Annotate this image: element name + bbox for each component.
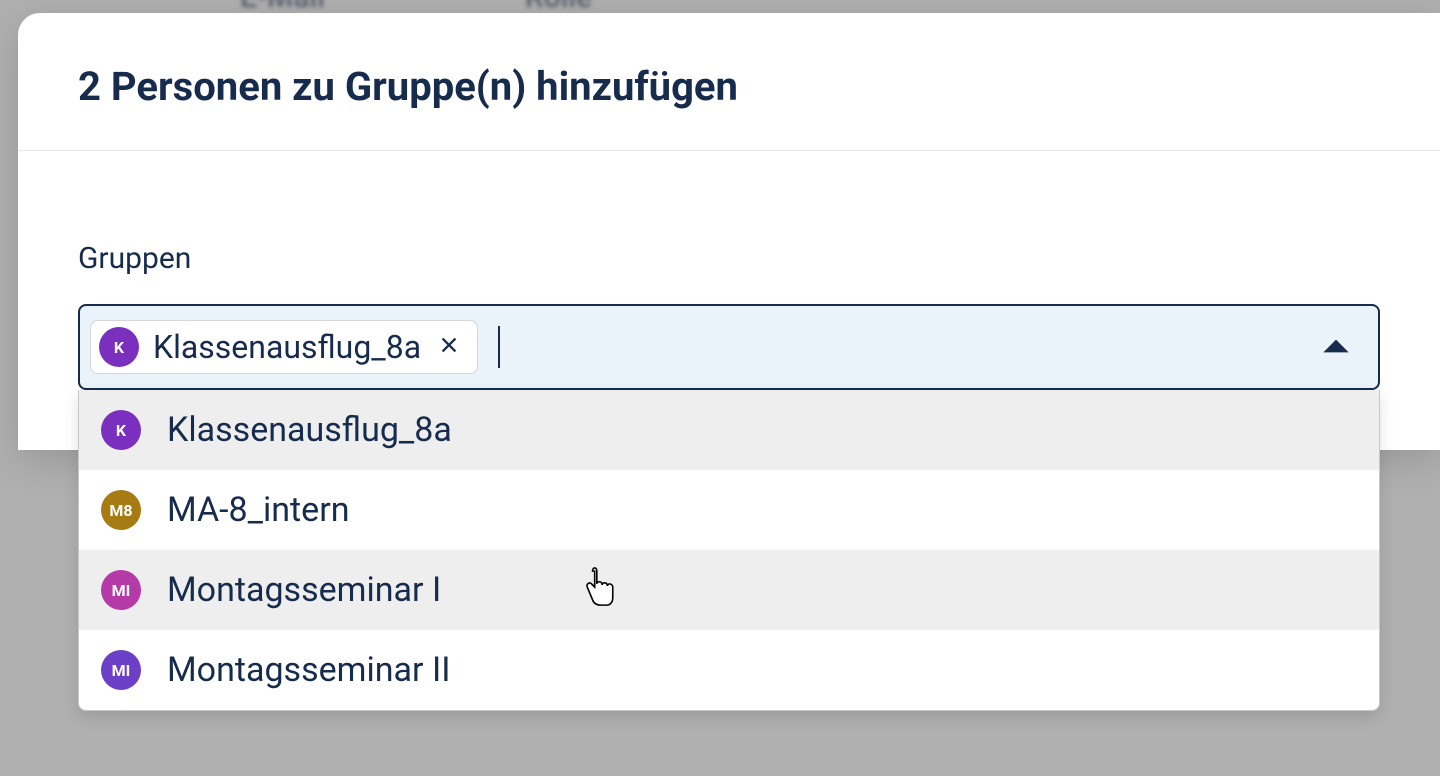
groups-dropdown: K Klassenausflug_8a M8 MA-8_intern MI Mo… bbox=[78, 390, 1380, 711]
group-option-label: Klassenausflug_8a bbox=[167, 410, 452, 450]
groups-field-label: Gruppen bbox=[78, 241, 1380, 276]
modal-body: Gruppen K Klassenausflug_8a bbox=[18, 151, 1440, 390]
group-avatar: K bbox=[99, 327, 139, 367]
group-option-label: Montagsseminar II bbox=[167, 650, 451, 690]
group-avatar: MI bbox=[101, 570, 141, 610]
groups-combobox: K Klassenausflug_8a K bbox=[78, 304, 1380, 390]
group-option-ma8-intern[interactable]: M8 MA-8_intern bbox=[79, 470, 1379, 550]
selected-group-chip: K Klassenausflug_8a bbox=[90, 320, 478, 374]
group-option-montagsseminar-2[interactable]: MI Montagsseminar II bbox=[79, 630, 1379, 710]
group-option-label: MA-8_intern bbox=[167, 490, 350, 530]
selected-group-label: Klassenausflug_8a bbox=[153, 328, 421, 366]
chevron-up-icon bbox=[1317, 327, 1355, 369]
add-persons-to-groups-modal: 2 Personen zu Gruppe(n) hinzufügen Grupp… bbox=[18, 13, 1440, 450]
pointer-cursor-icon bbox=[583, 564, 617, 608]
modal-title: 2 Personen zu Gruppe(n) hinzufügen bbox=[18, 13, 1440, 151]
group-option-montagsseminar-1[interactable]: MI Montagsseminar I bbox=[79, 550, 1379, 630]
text-caret bbox=[498, 326, 500, 368]
group-avatar: K bbox=[101, 410, 141, 450]
group-avatar: M8 bbox=[101, 490, 141, 530]
close-icon bbox=[438, 334, 460, 360]
groups-input-area[interactable]: K Klassenausflug_8a bbox=[78, 304, 1380, 390]
group-option-klassenausflug-8a[interactable]: K Klassenausflug_8a bbox=[79, 390, 1379, 470]
group-option-label: Montagsseminar I bbox=[167, 570, 441, 610]
combobox-toggle[interactable] bbox=[1314, 326, 1358, 370]
group-avatar: MI bbox=[101, 650, 141, 690]
remove-chip-button[interactable] bbox=[435, 333, 463, 361]
